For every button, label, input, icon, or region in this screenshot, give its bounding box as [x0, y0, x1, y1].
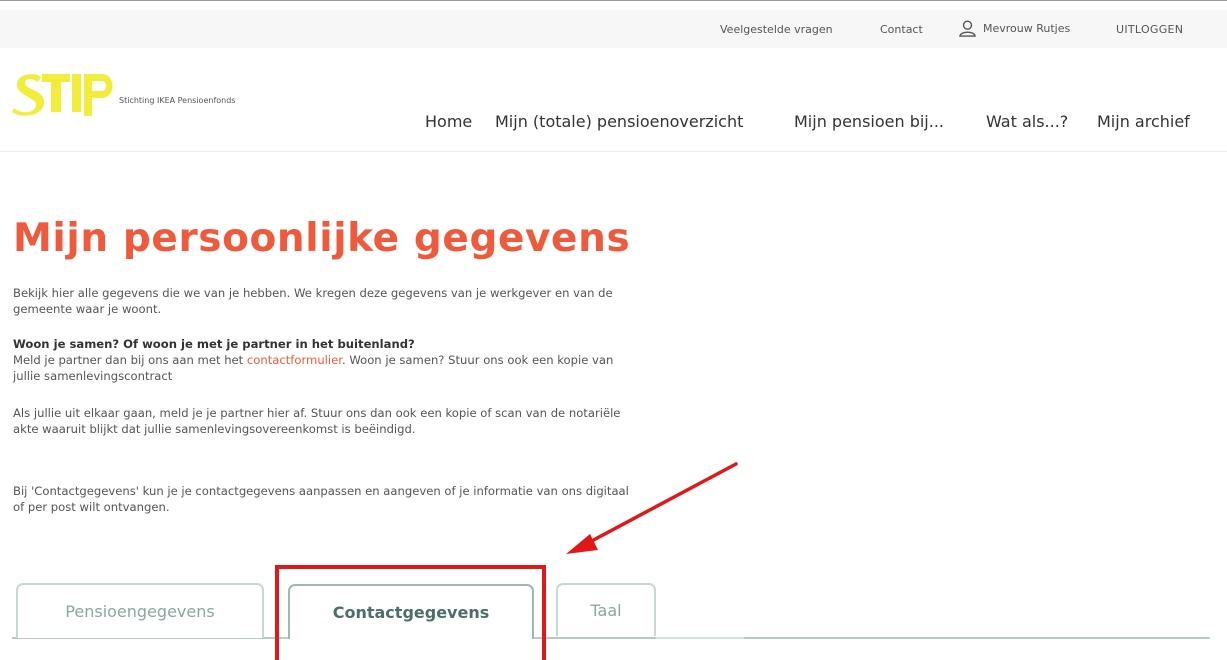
nav-what-if[interactable]: Wat als...?: [986, 112, 1068, 131]
logout-link[interactable]: UITLOGGEN: [1116, 23, 1183, 36]
top-strip: [0, 0, 1227, 10]
stip-logo[interactable]: [12, 64, 117, 119]
annotation-arrow: [566, 462, 738, 554]
brand-subtitle: Stichting IKEA Pensioenfonds: [119, 96, 236, 105]
partner-heading: Woon je samen? Of woon je met je partner…: [13, 337, 415, 351]
nav-pension-overview[interactable]: Mijn (totale) pensioenoverzicht: [495, 112, 743, 131]
intro-text: Bekijk hier alle gegevens die we van je …: [13, 286, 613, 316]
user-name: Mevrouw Rutjes: [983, 22, 1071, 35]
annotation-highlight-box: [275, 565, 546, 660]
faq-link[interactable]: Veelgestelde vragen: [720, 23, 833, 36]
user-menu[interactable]: Mevrouw Rutjes: [958, 19, 1070, 38]
partner-section: Woon je samen? Of woon je met je partner…: [13, 336, 643, 384]
tab-language[interactable]: Taal: [556, 583, 656, 636]
site-header: Stichting IKEA Pensioenfonds Home Mijn (…: [0, 48, 1227, 152]
separation-text: Als jullie uit elkaar gaan, meld je je p…: [13, 406, 621, 436]
nav-archive[interactable]: Mijn archief: [1097, 112, 1190, 131]
contact-link[interactable]: Contact: [880, 23, 923, 36]
page-title: Mijn persoonlijke gegevens: [13, 216, 631, 261]
nav-my-pension-at[interactable]: Mijn pensioen bij...: [794, 112, 944, 131]
nav-home[interactable]: Home: [425, 112, 472, 131]
utility-bar: Veelgestelde vragen Contact Mevrouw Rutj…: [0, 10, 1227, 48]
partner-text-pre: Meld je partner dan bij ons aan met het: [13, 353, 247, 367]
tabs-baseline-light: [656, 637, 744, 639]
user-icon: [959, 20, 976, 37]
tab-pension-data[interactable]: Pensioengegevens: [16, 583, 264, 638]
contact-form-link[interactable]: contactformulier: [247, 353, 342, 367]
contact-info-text: Bij 'Contactgegevens' kun je je contactg…: [13, 484, 629, 514]
